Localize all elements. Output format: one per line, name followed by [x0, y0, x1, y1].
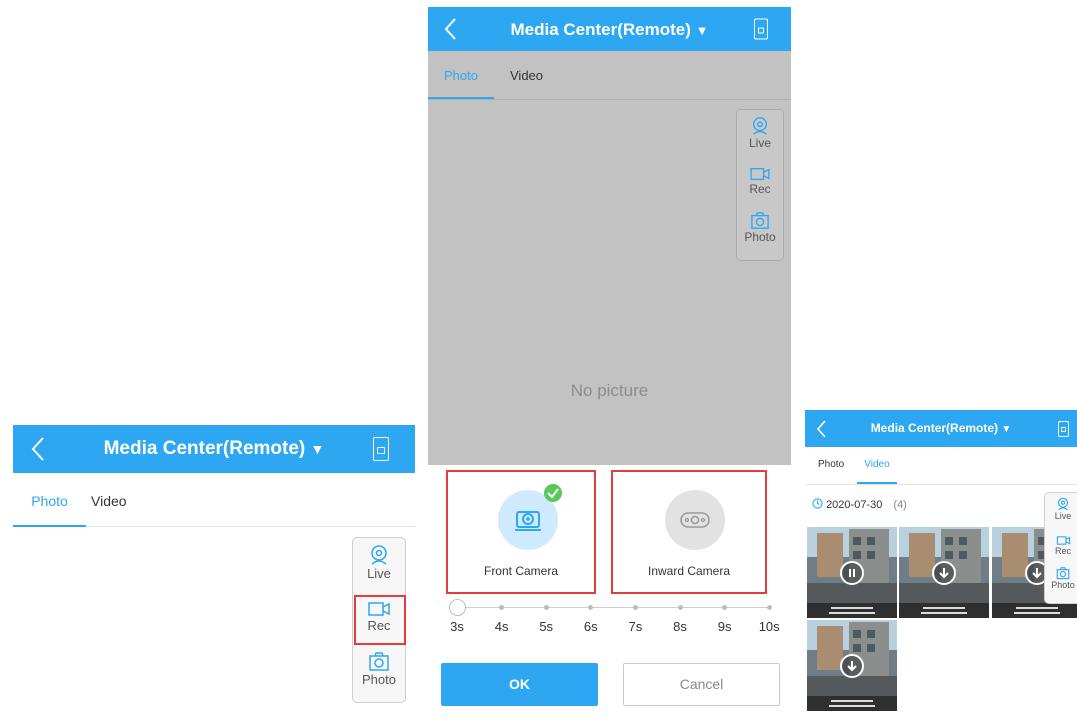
photo-button[interactable]: Photo [737, 212, 783, 244]
tab-video[interactable]: Video [857, 459, 897, 470]
tab-photo[interactable]: Photo [13, 493, 86, 527]
duration-option[interactable]: 6s [571, 619, 611, 634]
live-button[interactable]: Live [353, 544, 405, 581]
camera-icon [1056, 567, 1070, 580]
rec-button[interactable]: Rec [1045, 535, 1077, 556]
cancel-button[interactable]: Cancel [623, 663, 780, 706]
tab-bar: Photo Video [805, 447, 1077, 485]
sd-card-icon[interactable] [1058, 420, 1069, 437]
header-bar: Media Center(Remote) ▼ [428, 7, 791, 51]
live-label: Live [367, 566, 391, 581]
inward-camera-highlight-box [611, 470, 767, 594]
content-overlay: Photo Video Live Rec Photo No picture [428, 51, 791, 465]
tab-underline [13, 525, 86, 527]
middle-screen: Media Center(Remote) ▼ Photo Video Live [428, 7, 791, 719]
duration-option[interactable]: 9s [705, 619, 745, 634]
capture-toolbar: Live Rec Photo [736, 109, 784, 261]
photo-button[interactable]: Photo [353, 652, 405, 687]
webcam-icon [752, 117, 768, 135]
live-button[interactable]: Live [737, 116, 783, 150]
video-camera-icon [750, 168, 770, 180]
slider-dot[interactable] [766, 605, 772, 610]
duration-option[interactable]: 4s [482, 619, 522, 634]
pause-icon[interactable] [841, 562, 863, 584]
video-thumbnail[interactable] [807, 527, 897, 618]
header-bar: Media Center(Remote) ▼ [13, 425, 415, 473]
left-screen: Media Center(Remote) ▼ Photo Video Live … [13, 425, 415, 719]
count-label: (4) [893, 499, 907, 511]
chevron-down-icon: ▼ [310, 441, 325, 457]
page-title: Media Center(Remote) [103, 438, 306, 459]
date-label: 2020-07-30 [826, 499, 883, 511]
tab-photo[interactable]: Photo [818, 459, 844, 470]
webcam-icon [371, 545, 387, 565]
duration-option[interactable]: 3s [437, 619, 477, 634]
ok-button[interactable]: OK [441, 663, 598, 706]
sd-card-icon[interactable] [754, 18, 768, 40]
duration-option[interactable]: 8s [660, 619, 700, 634]
tab-video[interactable]: Video [91, 493, 127, 509]
title-dropdown[interactable]: Media Center(Remote) ▼ [428, 20, 791, 40]
webcam-icon [1057, 497, 1069, 511]
video-thumbnail[interactable] [899, 527, 989, 618]
live-label: Live [748, 136, 771, 150]
sd-card-icon[interactable] [373, 437, 389, 461]
title-dropdown[interactable]: Media Center(Remote) ▼ [805, 421, 1077, 435]
video-camera-icon [1056, 536, 1070, 545]
photo-button[interactable]: Photo [1045, 567, 1077, 590]
download-icon[interactable] [933, 562, 955, 584]
clock-icon [812, 498, 823, 509]
photo-label: Photo [362, 672, 396, 687]
slider-dot[interactable] [499, 605, 505, 610]
slider-dot[interactable] [543, 605, 549, 610]
slider-dot[interactable] [588, 605, 594, 610]
video-thumbnail[interactable] [807, 620, 897, 711]
download-icon[interactable] [841, 655, 863, 677]
chevron-down-icon: ▼ [695, 23, 709, 38]
cancel-label: Cancel [679, 676, 724, 692]
date-group-header[interactable]: 2020-07-30 (4) [812, 498, 907, 511]
slider-dot[interactable] [632, 605, 638, 610]
rec-label: Rec [1054, 546, 1071, 556]
duration-option[interactable]: 5s [526, 619, 566, 634]
page-title: Media Center(Remote) [510, 20, 691, 39]
title-dropdown[interactable]: Media Center(Remote) ▼ [13, 438, 415, 460]
photo-label: Photo [744, 230, 776, 244]
chevron-down-icon: ▼ [1001, 424, 1012, 435]
slider-handle[interactable] [449, 599, 466, 616]
tab-bar: Photo Video [13, 473, 415, 527]
ok-label: OK [509, 676, 530, 692]
tab-bar: Photo Video [428, 51, 791, 100]
capture-toolbar: Live Rec Photo [1044, 492, 1077, 604]
duration-slider[interactable]: 3s 4s 5s 6s 7s 8s 9s 10s [428, 599, 791, 635]
tab-photo[interactable]: Photo [428, 68, 494, 83]
photo-label: Photo [1051, 580, 1075, 590]
rec-label: Rec [749, 182, 771, 196]
slider-dot[interactable] [722, 605, 728, 610]
page-title: Media Center(Remote) [870, 421, 999, 435]
duration-option[interactable]: 10s [749, 619, 789, 634]
camera-icon [751, 212, 769, 229]
header-bar: Media Center(Remote) ▼ [805, 410, 1077, 447]
slider-dot[interactable] [677, 605, 683, 610]
live-button[interactable]: Live [1045, 497, 1077, 521]
tab-underline [857, 482, 897, 484]
rec-highlight-box [354, 595, 406, 645]
tab-underline [428, 97, 494, 99]
camera-icon [369, 652, 389, 671]
empty-state-text: No picture [570, 381, 649, 400]
tab-video[interactable]: Video [510, 68, 543, 83]
right-screen: Media Center(Remote) ▼ Photo Video 2020-… [805, 410, 1077, 719]
live-label: Live [1054, 511, 1072, 521]
rec-button[interactable]: Rec [737, 166, 783, 196]
front-camera-highlight-box [446, 470, 596, 594]
duration-option[interactable]: 7s [615, 619, 655, 634]
